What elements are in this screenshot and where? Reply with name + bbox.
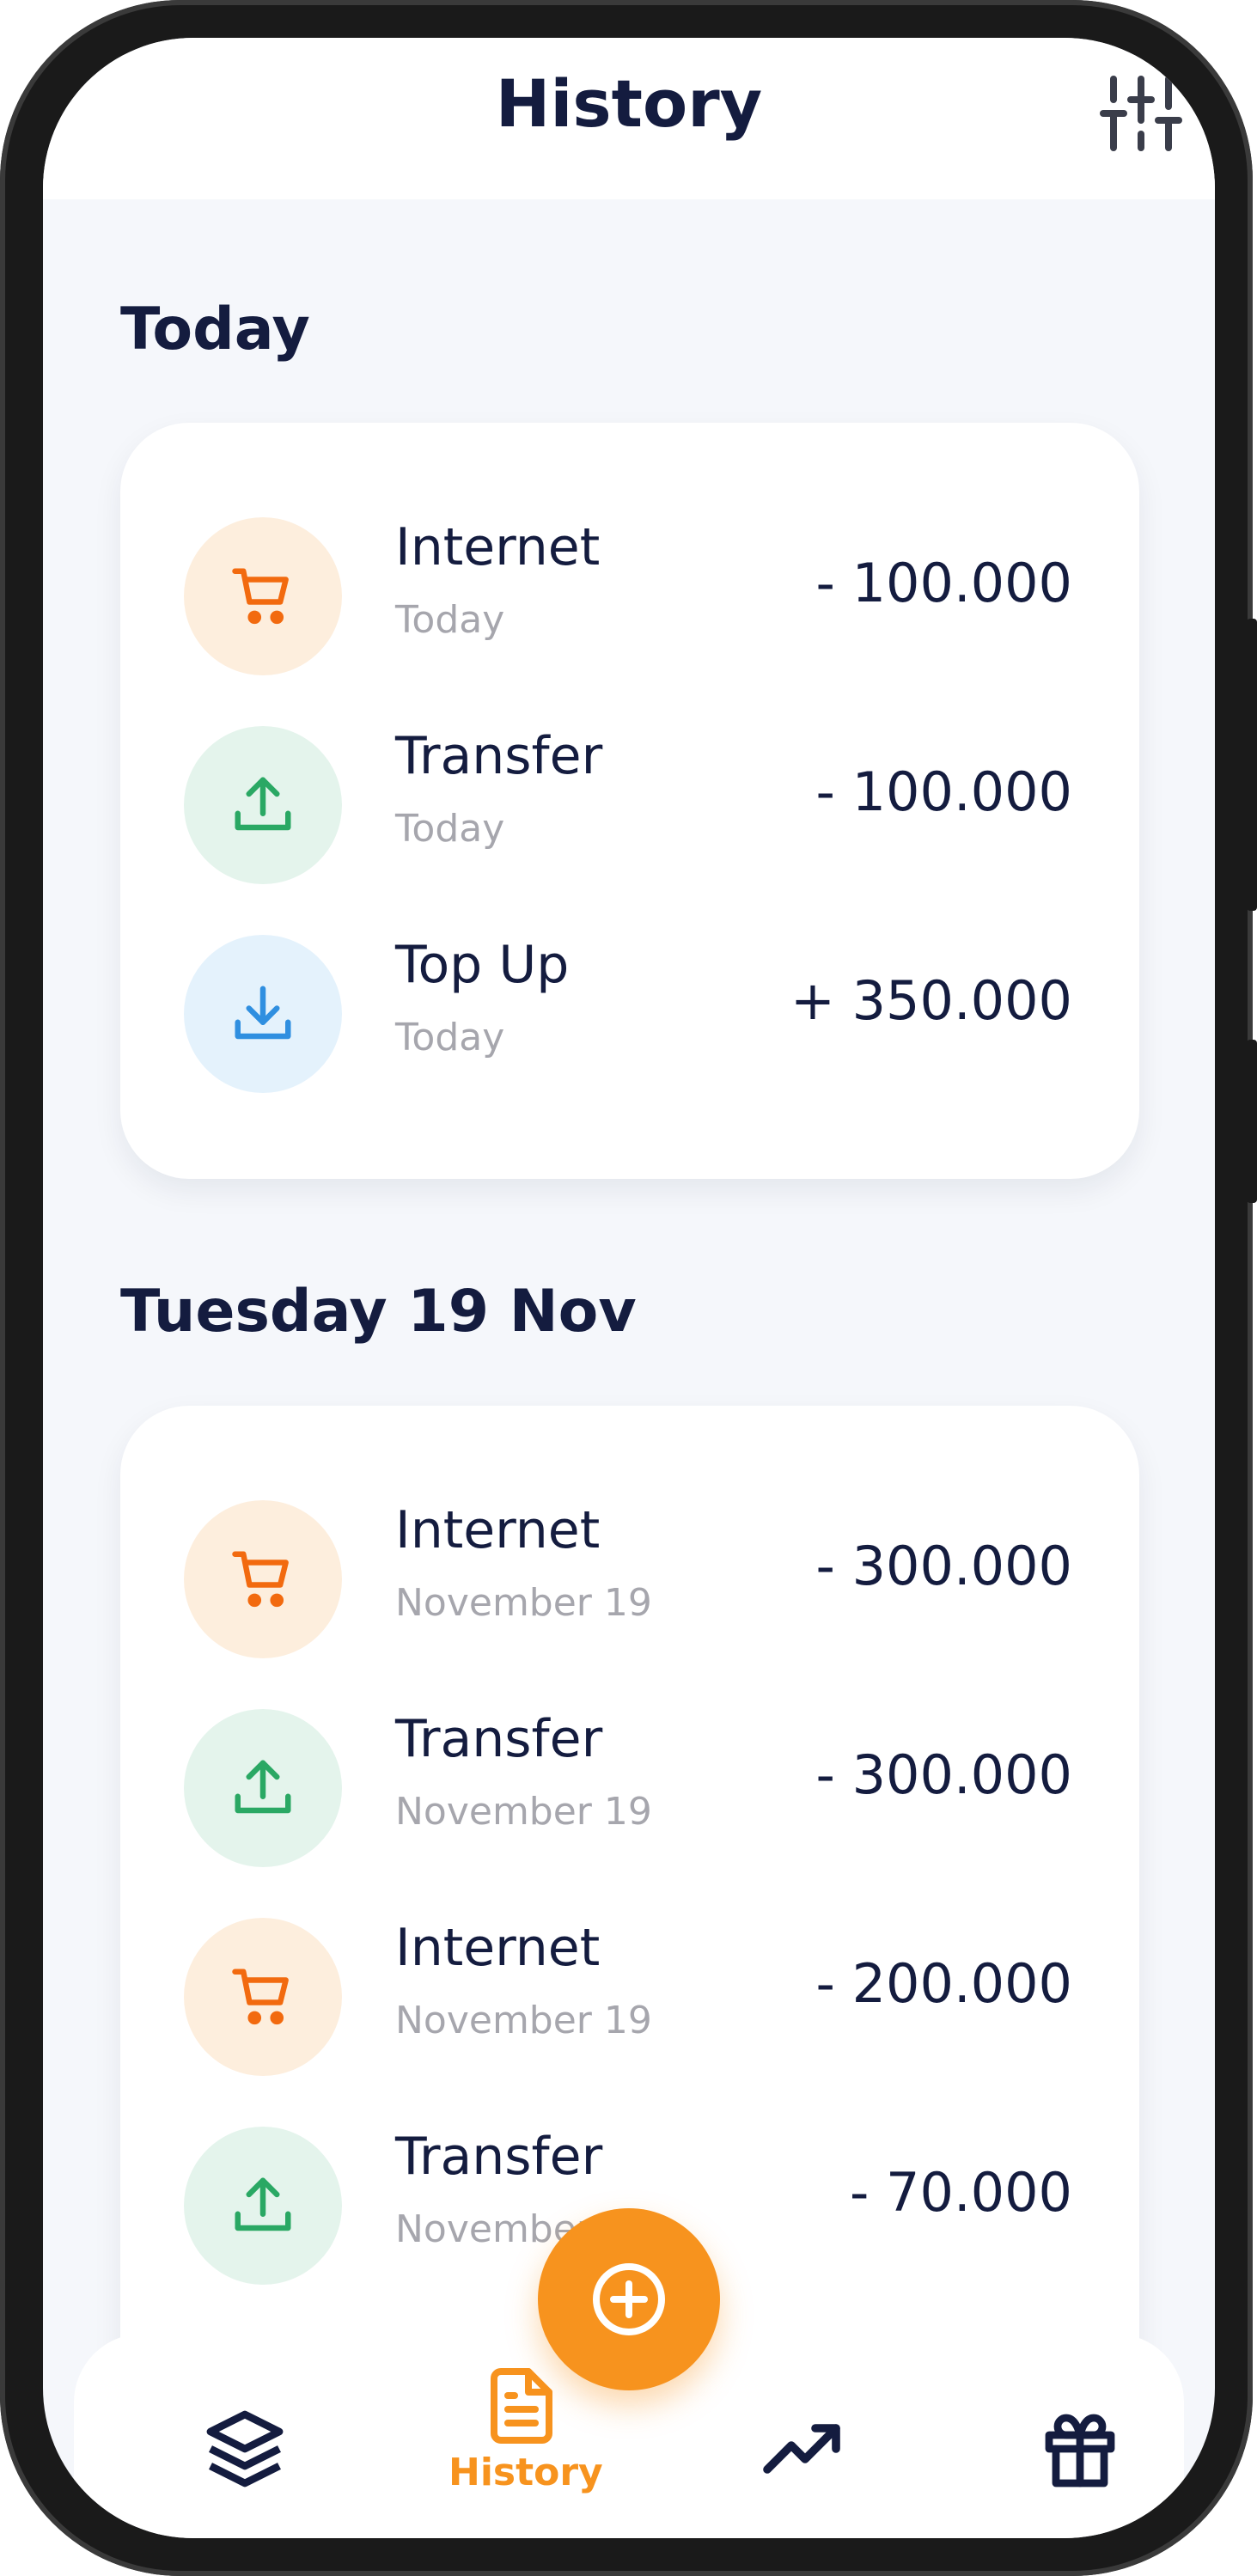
transaction-name: Transfer [395, 2127, 603, 2187]
nav-label-history: History [448, 2451, 603, 2494]
transaction-row[interactable]: Internet November 19 - 300.000 [120, 1492, 1139, 1663]
transaction-row[interactable]: Transfer Today - 100.000 [120, 717, 1139, 889]
transaction-amount: - 300.000 [815, 1535, 1072, 1597]
transaction-name: Top Up [395, 935, 570, 995]
transaction-amount: + 350.000 [790, 969, 1072, 1032]
transaction-row[interactable]: Internet November 19 - 200.000 [120, 1909, 1139, 2081]
phone-device: History Today Internet Today - 100.000 T… [0, 0, 1257, 2576]
transaction-amount: - 300.000 [815, 1743, 1072, 1806]
transaction-date: November 19 [395, 1790, 652, 1834]
app-screen: History Today Internet Today - 100.000 T… [43, 38, 1215, 2538]
transaction-row[interactable]: Top Up Today + 350.000 [120, 926, 1139, 1098]
transaction-icon-badge [184, 1918, 342, 2076]
section-title-date: Tuesday 19 Nov [120, 1278, 637, 1346]
transaction-row[interactable]: Internet Today - 100.000 [120, 509, 1139, 681]
app-header: History [43, 38, 1215, 199]
transaction-name: Transfer [395, 726, 603, 786]
download-icon [235, 986, 291, 1040]
transaction-date: Today [395, 1016, 505, 1059]
transaction-amount: - 100.000 [815, 760, 1072, 823]
transaction-name: Internet [395, 1500, 601, 1560]
filter-button[interactable] [1100, 72, 1182, 155]
transaction-name: Internet [395, 1918, 601, 1978]
upload-icon [235, 777, 291, 831]
nav-item-layers[interactable] [172, 2408, 318, 2494]
add-transaction-button[interactable] [538, 2208, 720, 2390]
transaction-icon-badge [184, 517, 342, 675]
plus-circle-icon [593, 2263, 665, 2335]
cart-icon [232, 568, 289, 625]
trending-up-icon [763, 2424, 840, 2474]
transaction-date: November 19 [395, 1581, 652, 1625]
cart-icon [232, 1551, 289, 1608]
transaction-amount: - 200.000 [815, 1952, 1072, 2015]
transaction-icon-badge [184, 1709, 342, 1867]
cart-icon [232, 1969, 289, 2025]
transaction-date: November 19 [395, 1999, 652, 2042]
document-icon [491, 2368, 552, 2444]
layers-icon [206, 2410, 284, 2487]
upload-icon [235, 1760, 291, 1814]
transaction-name: Internet [395, 517, 601, 577]
side-button [1247, 1040, 1257, 1203]
sliders-icon [1100, 76, 1182, 151]
gift-icon [1045, 2414, 1115, 2487]
transaction-amount: - 100.000 [815, 552, 1072, 614]
section-title-today: Today [120, 296, 310, 363]
page-title: History [495, 65, 763, 142]
transactions-card-today: Internet Today - 100.000 Transfer Today … [120, 423, 1139, 1179]
transaction-date: Today [395, 598, 505, 642]
transaction-name: Transfer [395, 1709, 603, 1769]
upload-icon [235, 2177, 291, 2231]
transaction-row[interactable]: Transfer November 19 - 300.000 [120, 1700, 1139, 1872]
transaction-date: Today [395, 807, 505, 851]
transaction-amount: - 70.000 [849, 2161, 1072, 2224]
transaction-icon-badge [184, 1500, 342, 1658]
nav-item-gift[interactable] [1007, 2408, 1153, 2494]
side-button [1247, 619, 1257, 911]
nav-item-trending[interactable] [729, 2408, 875, 2494]
nav-item-history[interactable]: History [448, 2365, 603, 2494]
transaction-icon-badge [184, 2127, 342, 2285]
transaction-icon-badge [184, 726, 342, 884]
transaction-icon-badge [184, 935, 342, 1093]
